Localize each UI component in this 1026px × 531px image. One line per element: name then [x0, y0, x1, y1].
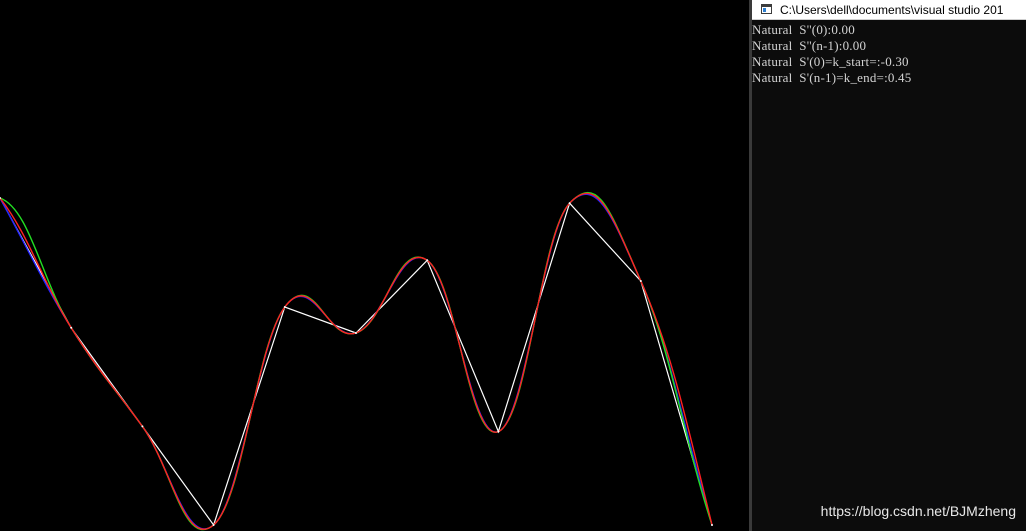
green-spline-curve — [0, 191, 713, 531]
desktop-screen: C:\Users\dell\documents\visual studio 20… — [0, 0, 1026, 531]
data-point — [639, 280, 642, 282]
data-point — [426, 259, 429, 262]
vertex-layer — [0, 197, 713, 526]
red-spline-curve — [0, 192, 713, 530]
graphics-window — [0, 0, 749, 531]
data-point — [70, 326, 73, 329]
data-point — [568, 202, 571, 205]
data-point — [355, 332, 357, 334]
data-point — [141, 425, 144, 428]
data-point — [283, 306, 286, 308]
console-window: C:\Users\dell\documents\visual studio 20… — [752, 0, 1026, 531]
data-point — [212, 524, 215, 526]
data-point — [711, 524, 713, 526]
watermark: https://blog.csdn.net/BJMzheng — [820, 503, 1016, 519]
console-line: Natural S''(n-1):0.00 — [752, 38, 867, 53]
data-point — [497, 430, 500, 433]
console-output: Natural S''(0):0.00 Natural S''(n-1):0.0… — [752, 22, 1026, 86]
console-line: Natural S'(0)=k_start=:-0.30 — [752, 54, 909, 69]
console-titlebar[interactable]: C:\Users\dell\documents\visual studio 20… — [752, 0, 1026, 20]
control-polyline — [0, 197, 713, 527]
blue-spline-curve — [0, 193, 713, 530]
console-line: Natural S''(0):0.00 — [752, 22, 855, 37]
spline-plot — [0, 191, 713, 531]
console-app-icon — [761, 4, 772, 14]
console-line: Natural S'(n-1)=k_end=:0.45 — [752, 70, 912, 85]
console-title: C:\Users\dell\documents\visual studio 20… — [780, 3, 1004, 17]
